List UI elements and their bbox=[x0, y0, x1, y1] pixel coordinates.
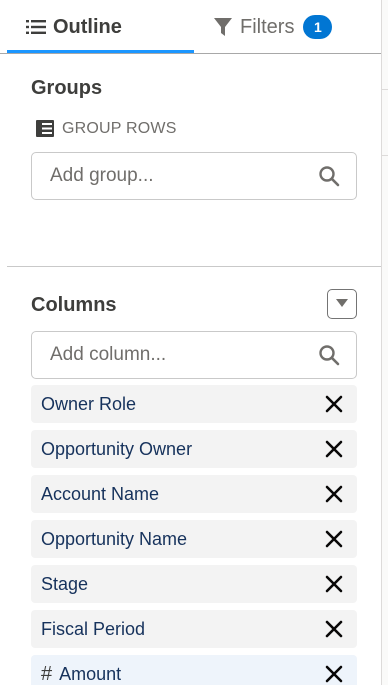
close-icon[interactable] bbox=[323, 438, 345, 460]
report-builder-panel: Outline Filters 1 Groups GROUP ROWS Add … bbox=[0, 0, 388, 685]
chevron-down-icon bbox=[335, 295, 349, 313]
column-item-label: Account Name bbox=[41, 483, 160, 504]
search-icon[interactable] bbox=[318, 165, 340, 187]
columns-title: Columns bbox=[31, 294, 117, 316]
column-item-label: Fiscal Period bbox=[41, 618, 146, 639]
adjacent-panel-edge bbox=[382, 0, 388, 685]
groups-title: Groups bbox=[31, 77, 103, 99]
column-item[interactable]: Stage bbox=[31, 565, 357, 603]
list-icon bbox=[25, 16, 47, 38]
column-item[interactable]: Account Name bbox=[31, 475, 357, 513]
columns-menu-button[interactable] bbox=[327, 289, 357, 319]
close-icon[interactable] bbox=[323, 483, 345, 505]
column-item[interactable]: Owner Role bbox=[31, 385, 357, 423]
section-divider bbox=[7, 266, 381, 267]
add-group-placeholder: Add group... bbox=[50, 165, 154, 186]
table-rows-icon bbox=[36, 120, 56, 138]
column-item-label: Stage bbox=[41, 573, 89, 594]
column-item-label: Amount bbox=[59, 663, 122, 684]
close-icon[interactable] bbox=[323, 663, 345, 685]
close-icon[interactable] bbox=[323, 618, 345, 640]
adjacent-divider bbox=[382, 89, 388, 90]
add-column-placeholder: Add column... bbox=[50, 344, 167, 365]
group-rows-label: GROUP ROWS bbox=[62, 120, 177, 137]
tab-filters[interactable]: Filters 1 bbox=[212, 0, 372, 54]
search-icon[interactable] bbox=[318, 344, 340, 366]
column-item[interactable]: # Amount bbox=[31, 655, 357, 685]
adjacent-divider bbox=[382, 155, 388, 156]
add-group-input[interactable]: Add group... bbox=[31, 152, 357, 200]
numeric-type-icon: # bbox=[41, 662, 53, 685]
add-column-input[interactable]: Add column... bbox=[31, 331, 357, 379]
group-rows-header: GROUP ROWS bbox=[36, 119, 177, 139]
tab-outline-label: Outline bbox=[53, 15, 122, 38]
column-item[interactable]: Opportunity Owner bbox=[31, 430, 357, 468]
close-icon[interactable] bbox=[323, 573, 345, 595]
tab-filters-label: Filters bbox=[240, 15, 295, 38]
tab-bar: Outline Filters 1 bbox=[0, 0, 381, 54]
funnel-icon bbox=[212, 16, 234, 38]
column-item-label: Opportunity Name bbox=[41, 528, 188, 549]
active-tab-indicator bbox=[7, 50, 194, 53]
column-item[interactable]: Opportunity Name bbox=[31, 520, 357, 558]
column-item-label: Owner Role bbox=[41, 393, 137, 414]
close-icon[interactable] bbox=[323, 528, 345, 550]
column-item[interactable]: Fiscal Period bbox=[31, 610, 357, 648]
tab-outline[interactable]: Outline bbox=[7, 0, 194, 54]
filter-count-badge: 1 bbox=[303, 15, 333, 39]
column-item-label: Opportunity Owner bbox=[41, 438, 193, 459]
close-icon[interactable] bbox=[323, 393, 345, 415]
